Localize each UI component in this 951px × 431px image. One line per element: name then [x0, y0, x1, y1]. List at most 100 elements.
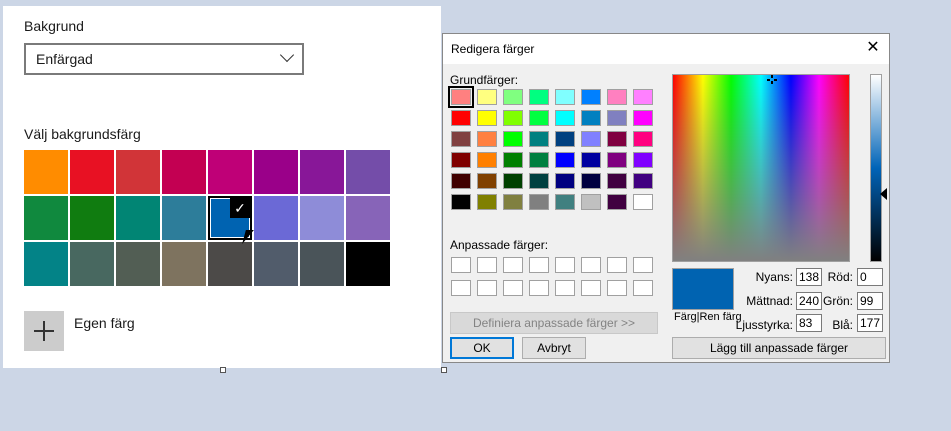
color-swatch[interactable]	[24, 242, 68, 286]
color-swatch[interactable]	[70, 150, 114, 194]
background-dropdown[interactable]: Enfärgad	[24, 43, 304, 75]
basic-color-swatch[interactable]	[607, 110, 627, 126]
basic-color-swatch[interactable]	[451, 131, 471, 147]
color-swatch[interactable]	[162, 242, 206, 286]
basic-color-swatch[interactable]	[503, 89, 523, 105]
color-swatch[interactable]	[254, 196, 298, 240]
basic-color-swatch[interactable]	[477, 152, 497, 168]
basic-color-swatch[interactable]	[555, 194, 575, 210]
basic-color-swatch[interactable]	[477, 110, 497, 126]
basic-color-swatch[interactable]	[633, 152, 653, 168]
basic-color-swatch[interactable]	[529, 173, 549, 189]
basic-color-swatch[interactable]	[581, 173, 601, 189]
color-swatch[interactable]	[346, 196, 390, 240]
custom-color-label[interactable]: Egen färg	[74, 315, 135, 331]
close-icon[interactable]: ✕	[865, 40, 881, 56]
color-swatch[interactable]	[254, 150, 298, 194]
luminance-arrow-icon[interactable]	[880, 188, 887, 200]
basic-color-swatch[interactable]	[607, 194, 627, 210]
basic-color-swatch[interactable]	[607, 152, 627, 168]
basic-color-swatch[interactable]	[581, 110, 601, 126]
basic-color-swatch[interactable]	[581, 194, 601, 210]
red-input[interactable]: 0	[857, 268, 883, 286]
basic-color-swatch[interactable]	[581, 152, 601, 168]
basic-color-swatch[interactable]	[555, 89, 575, 105]
ok-button[interactable]: OK	[450, 337, 514, 359]
resize-handle[interactable]	[220, 367, 226, 373]
basic-color-swatch[interactable]	[503, 152, 523, 168]
green-input[interactable]: 99	[857, 292, 883, 310]
color-swatch[interactable]	[346, 150, 390, 194]
color-swatch[interactable]	[116, 242, 160, 286]
custom-color-swatch[interactable]	[529, 257, 549, 273]
basic-color-swatch[interactable]	[555, 173, 575, 189]
color-swatch[interactable]	[254, 242, 298, 286]
add-to-custom-colors-button[interactable]: Lägg till anpassade färger	[672, 337, 886, 359]
define-custom-colors-button[interactable]: Definiera anpassade färger >>	[450, 312, 658, 334]
basic-color-swatch[interactable]	[607, 89, 627, 105]
color-swatch[interactable]	[300, 242, 344, 286]
custom-color-swatch[interactable]	[581, 280, 601, 296]
custom-color-swatch[interactable]	[581, 257, 601, 273]
color-swatch[interactable]	[70, 242, 114, 286]
custom-color-swatch[interactable]	[607, 257, 627, 273]
color-swatch[interactable]	[346, 242, 390, 286]
custom-color-swatch[interactable]	[503, 280, 523, 296]
color-swatch[interactable]	[116, 150, 160, 194]
custom-color-swatch[interactable]	[607, 280, 627, 296]
basic-color-swatch[interactable]	[451, 152, 471, 168]
cancel-button[interactable]: Avbryt	[522, 337, 586, 359]
custom-color-swatch[interactable]	[477, 257, 497, 273]
basic-color-swatch[interactable]	[477, 194, 497, 210]
hue-input[interactable]: 138	[796, 268, 822, 286]
color-swatch[interactable]	[162, 196, 206, 240]
basic-color-swatch[interactable]	[529, 110, 549, 126]
basic-color-swatch[interactable]	[503, 194, 523, 210]
saturation-input[interactable]: 240	[796, 292, 822, 310]
basic-color-swatch[interactable]	[451, 110, 471, 126]
luminance-slider[interactable]	[870, 74, 882, 262]
basic-color-swatch[interactable]	[451, 194, 471, 210]
basic-color-swatch[interactable]	[633, 89, 653, 105]
basic-color-swatch[interactable]	[529, 89, 549, 105]
custom-color-button[interactable]	[24, 311, 64, 351]
custom-color-swatch[interactable]	[633, 257, 653, 273]
color-swatch[interactable]	[162, 150, 206, 194]
basic-color-swatch[interactable]	[555, 131, 575, 147]
resize-handle[interactable]	[441, 367, 447, 373]
basic-color-swatch[interactable]	[529, 152, 549, 168]
color-swatch[interactable]: ✓	[208, 196, 252, 240]
color-swatch[interactable]	[300, 150, 344, 194]
custom-color-swatch[interactable]	[451, 257, 471, 273]
basic-color-swatch[interactable]	[477, 173, 497, 189]
custom-color-swatch[interactable]	[451, 280, 471, 296]
basic-color-swatch[interactable]	[607, 173, 627, 189]
custom-color-swatch[interactable]	[555, 280, 575, 296]
basic-color-swatch[interactable]	[633, 173, 653, 189]
basic-color-swatch[interactable]	[581, 89, 601, 105]
basic-color-swatch[interactable]	[503, 110, 523, 126]
basic-color-swatch[interactable]	[633, 194, 653, 210]
custom-color-swatch[interactable]	[633, 280, 653, 296]
basic-color-swatch[interactable]	[477, 131, 497, 147]
basic-color-swatch[interactable]	[451, 173, 471, 189]
basic-color-swatch[interactable]	[607, 131, 627, 147]
color-swatch[interactable]	[300, 196, 344, 240]
basic-color-swatch[interactable]	[581, 131, 601, 147]
color-swatch[interactable]	[116, 196, 160, 240]
basic-color-swatch[interactable]	[448, 86, 474, 108]
color-swatch[interactable]	[208, 150, 252, 194]
color-swatch[interactable]	[24, 196, 68, 240]
basic-color-swatch[interactable]	[503, 131, 523, 147]
basic-color-swatch[interactable]	[633, 110, 653, 126]
basic-color-swatch[interactable]	[633, 131, 653, 147]
basic-color-swatch[interactable]	[529, 194, 549, 210]
color-swatch[interactable]	[208, 242, 252, 286]
color-swatch[interactable]	[70, 196, 114, 240]
custom-color-swatch[interactable]	[503, 257, 523, 273]
custom-color-swatch[interactable]	[477, 280, 497, 296]
custom-color-swatch[interactable]	[555, 257, 575, 273]
basic-color-swatch[interactable]	[503, 173, 523, 189]
basic-color-swatch[interactable]	[555, 152, 575, 168]
color-spectrum[interactable]	[672, 74, 850, 262]
